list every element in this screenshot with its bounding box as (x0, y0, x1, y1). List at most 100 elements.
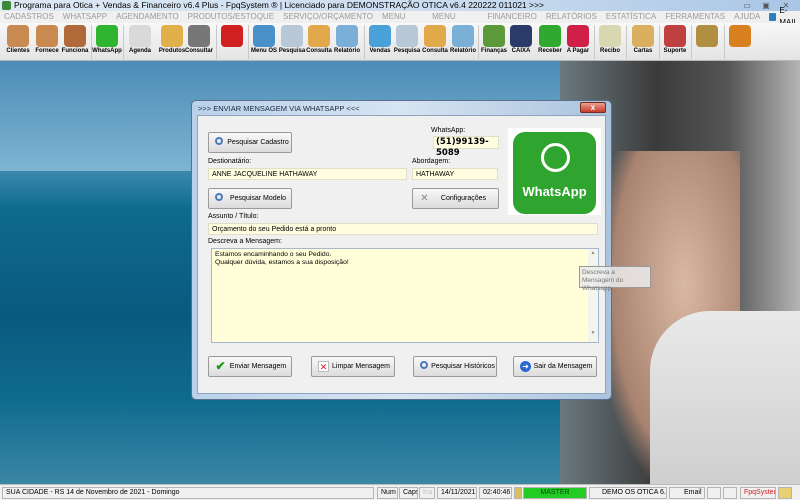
status-brand: FpqSystem (740, 487, 776, 499)
send-message-button[interactable]: ✔ Enviar Mensagem (208, 356, 292, 377)
toolbar-separator (594, 25, 595, 59)
user-icon (514, 487, 522, 499)
menu-financeiro[interactable]: FINANCEIRO (488, 11, 537, 23)
toolbar-suporte-button[interactable]: Suporte (661, 25, 689, 59)
finan-as-icon (483, 25, 505, 47)
message-textarea[interactable]: Estamos encaminhando o seu Pedido. Qualq… (211, 248, 599, 343)
message-label: Descreva a Mensagem: (208, 238, 282, 245)
receber-icon (539, 25, 561, 47)
dialog-close-button[interactable]: x (580, 102, 606, 113)
consultar-icon (188, 25, 210, 47)
menu-relat-rios[interactable]: RELATÓRIOS (546, 11, 597, 23)
user-status-icon (778, 487, 792, 499)
toolbar-cartas-button[interactable]: Cartas (629, 25, 657, 59)
status-email[interactable]: Email (669, 487, 705, 499)
status-bar: SUA CIDADE - RS 14 de Novembro de 2021 -… (0, 484, 800, 500)
toolbar-consultar-button[interactable]: Consultar (185, 25, 213, 59)
produtos-icon (161, 25, 183, 47)
approach-field[interactable]: HATHAWAY (412, 168, 498, 180)
menu-menu-compras[interactable]: MENU COMPRAS (432, 11, 478, 33)
message-tooltip: Descreva a Mensagem do Whatsapp (579, 266, 651, 292)
toolbar-separator (626, 25, 627, 59)
toolbar-exit-button[interactable] (726, 25, 754, 59)
status-caps: Caps (399, 487, 418, 499)
menu-produtos-estoque[interactable]: PRODUTOS/ESTOQUE (188, 11, 274, 23)
status-num: Num (377, 487, 398, 499)
toolbar-separator (478, 25, 479, 59)
status-time: 02:40:46 (479, 487, 512, 499)
recibo-icon (599, 25, 621, 47)
toolbar-funciona-button[interactable]: Funciona (61, 25, 89, 59)
email-icon (769, 13, 777, 21)
settings-button[interactable]: ✕ Configurações (412, 188, 499, 209)
toolbar-whatsapp-button[interactable]: WhatsApp (92, 25, 122, 59)
toolbar-coins-button[interactable] (693, 25, 721, 59)
maximize-button[interactable]: ▣ (757, 0, 775, 10)
search-template-label: Pesquisar Modelo (229, 195, 287, 202)
relat-rio-icon (452, 25, 474, 47)
clientes-icon (7, 25, 29, 47)
menu-email[interactable]: E-MAIL (769, 6, 800, 27)
whatsapp-label: WhatsApp: (431, 127, 466, 134)
dialog-title: >>> ENVIAR MENSAGEM VIA WHATSAPP <<< (198, 104, 360, 113)
clear-message-button[interactable]: ✕ Limpar Mensagem (311, 356, 395, 377)
menu-estat-stica[interactable]: ESTATÍSTICA (606, 11, 656, 23)
printer-icon[interactable] (707, 487, 721, 499)
toolbar-separator (248, 25, 249, 59)
toolbar-agenda-button[interactable]: Agenda (126, 25, 154, 59)
send-message-label: Enviar Mensagem (229, 363, 287, 370)
menu-menu-vendas[interactable]: MENU VENDAS (382, 11, 423, 33)
fornece-icon (36, 25, 58, 47)
agenda-icon (129, 25, 151, 47)
toolbar-help-button[interactable] (218, 25, 246, 59)
toolbar-relat-rio-button[interactable]: Relatório (333, 25, 361, 59)
dialog-body: Pesquisar Cadastro WhatsApp: (51)99139-5… (197, 115, 606, 394)
menu-cadastros[interactable]: CADASTROS (4, 11, 54, 23)
toolbar-separator (659, 25, 660, 59)
recipient-field[interactable]: ANNE JACQUELINE HATHAWAY (208, 168, 407, 180)
search-contact-label: Pesquisar Cadastro (227, 139, 289, 146)
toolbar-separator (724, 25, 725, 59)
search-template-button[interactable]: Pesquisar Modelo (208, 188, 292, 209)
magnifier-icon (420, 361, 428, 369)
search-contact-button[interactable]: Pesquisar Cadastro (208, 132, 292, 153)
consulta-icon (424, 25, 446, 47)
whatsapp-number-field[interactable]: (51)99139-5089 (433, 136, 499, 158)
toolbar-label: Consultar (184, 48, 213, 54)
subject-label: Assunto / Título: (208, 213, 259, 220)
exit-message-button[interactable]: ➜ Sair da Mensagem (513, 356, 597, 377)
toolbar-separator (216, 25, 217, 59)
toolbar-separator (91, 25, 92, 59)
menu-agendamento[interactable]: AGENDAMENTO (116, 11, 179, 23)
search-history-button[interactable]: Pesquisar Históricos (413, 356, 497, 377)
exit-message-label: Sair da Mensagem (533, 363, 593, 370)
menu-ferramentas[interactable]: FERRAMENTAS (665, 11, 725, 23)
monitor-icon[interactable] (723, 487, 737, 499)
consulta-icon (308, 25, 330, 47)
cartas-icon (632, 25, 654, 47)
toolbar-relat-rio-button[interactable]: Relatório (449, 25, 477, 59)
toolbar-a-pagar-button[interactable]: A Pagar (564, 25, 592, 59)
toolbar-separator (691, 25, 692, 59)
status-ins: Ins (419, 487, 435, 499)
send-whatsapp-dialog: >>> ENVIAR MENSAGEM VIA WHATSAPP <<< x P… (191, 100, 612, 400)
menu-os-icon (253, 25, 275, 47)
clear-document-icon: ✕ (318, 361, 329, 372)
toolbar-separator (364, 25, 365, 59)
caixa-icon (510, 25, 532, 47)
arrow-right-circle-icon: ➜ (520, 361, 531, 372)
app-icon (2, 1, 11, 10)
message-scrollbar[interactable]: ▲ ▼ (588, 249, 598, 342)
background-photo-clothing (650, 311, 800, 484)
menu-ajuda[interactable]: AJUDA (734, 11, 760, 23)
subject-field[interactable]: Orçamento do seu Pedido está a pronto (208, 223, 598, 235)
toolbar-recibo-button[interactable]: Recibo (596, 25, 624, 59)
menu-whatsapp[interactable]: WHATSAPP (63, 11, 107, 23)
magnifier-icon (215, 137, 223, 145)
status-date: 14/11/2021 (437, 487, 477, 499)
menu-bar: CADASTROS WHATSAPP AGENDAMENTO PRODUTOS/EST… (0, 6, 800, 33)
menu-servi-o-or-amento[interactable]: SERVIÇO/ORÇAMENTO (283, 11, 373, 23)
minimize-button[interactable]: ▭ (738, 0, 756, 10)
whatsapp-logo: WhatsApp (508, 128, 601, 215)
status-company: DEMO OS OTICA 6.4 (589, 487, 667, 499)
